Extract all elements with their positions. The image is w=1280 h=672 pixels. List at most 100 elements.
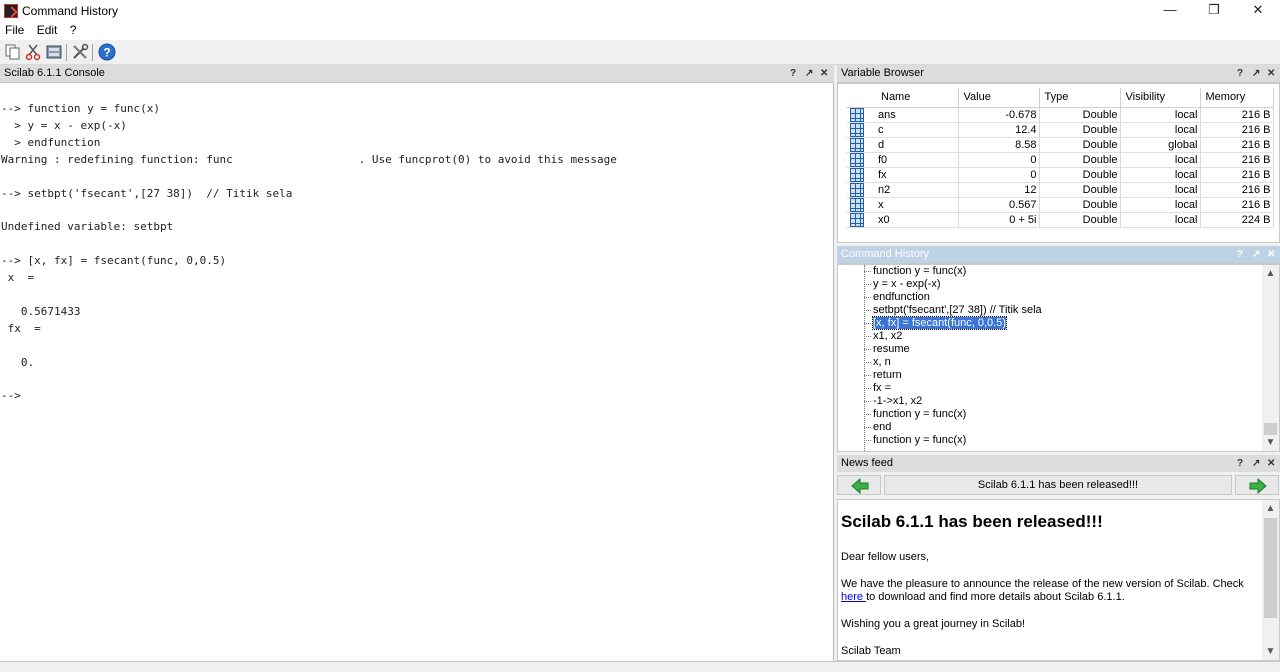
history-item[interactable]: y = x - exp(-x)	[864, 278, 1042, 291]
history-item[interactable]: x1, x2	[864, 330, 1042, 343]
history-item-text: resume	[873, 343, 910, 355]
variable-row[interactable]: n2 12 Double local 216 B	[846, 182, 1274, 198]
column-header-type[interactable]: Type	[1039, 88, 1121, 108]
variable-type: Double	[1039, 152, 1121, 168]
history-item[interactable]: [x, fx] = fsecant(func, 0,0.5)	[864, 316, 1042, 330]
command-history-header: Command History ? ↗ ✕	[837, 246, 1280, 264]
preferences-icon[interactable]	[71, 43, 89, 61]
scroll-down-icon[interactable]: ▼	[1262, 643, 1279, 660]
history-item[interactable]: x, n	[864, 356, 1042, 369]
variable-row[interactable]: x0 0 + 5i Double local 224 B	[846, 212, 1274, 228]
console-undock-button[interactable]: ?	[790, 65, 796, 82]
history-item[interactable]: -1->x1, x2	[864, 395, 1042, 408]
menu-edit[interactable]: Edit	[33, 22, 62, 39]
variable-row[interactable]: c 12.4 Double local 216 B	[846, 122, 1274, 138]
variable-row[interactable]: x 0.567 Double local 216 B	[846, 197, 1274, 213]
window-title: Command History	[22, 4, 119, 18]
history-item[interactable]: function y = func(x)	[864, 265, 1042, 278]
variable-value: 0	[958, 152, 1040, 168]
column-header-memory[interactable]: Memory	[1200, 88, 1274, 108]
menu-help[interactable]: ?	[66, 22, 81, 39]
scroll-thumb[interactable]	[1264, 518, 1277, 618]
variable-icon-cell	[846, 137, 876, 153]
matrix-icon	[850, 137, 864, 152]
variable-browser-close-button[interactable]: ✕	[1267, 65, 1275, 82]
history-item-text: -1->x1, x2	[873, 395, 923, 407]
news-feed-dock-button[interactable]: ↗	[1252, 455, 1260, 472]
help-icon[interactable]: ?	[98, 43, 116, 61]
title-bar: Command History — ❐ ✕	[0, 0, 1280, 22]
variable-visibility: local	[1120, 107, 1201, 123]
history-item[interactable]: resume	[864, 343, 1042, 356]
matrix-icon	[850, 212, 864, 227]
variable-value: 12.4	[958, 122, 1040, 138]
column-header-visibility[interactable]: Visibility	[1120, 88, 1201, 108]
variable-row[interactable]: d 8.58 Double global 216 B	[846, 137, 1274, 153]
variable-icon-cell	[846, 152, 876, 168]
variable-type: Double	[1039, 167, 1121, 183]
news-article: Scilab 6.1.1 has been released!!! Dear f…	[841, 512, 1259, 660]
news-article-heading: Scilab 6.1.1 has been released!!!	[841, 512, 1103, 531]
variable-icon-cell	[846, 182, 876, 198]
variable-row[interactable]: f0 0 Double local 216 B	[846, 152, 1274, 168]
console-title: Scilab 6.1.1 Console	[4, 67, 105, 79]
maximize-button[interactable]: ❐	[1192, 0, 1236, 22]
command-history-undock-button[interactable]: ?	[1237, 246, 1243, 263]
history-item[interactable]: setbpt('fsecant',[27 38]) // Titik sela	[864, 304, 1042, 317]
variable-memory: 216 B	[1200, 122, 1274, 138]
command-history-title: Command History	[841, 248, 930, 260]
variable-row[interactable]: fx 0 Double local 216 B	[846, 167, 1274, 183]
close-button[interactable]: ✕	[1236, 0, 1280, 22]
variable-value: -0.678	[958, 107, 1040, 123]
scroll-down-icon[interactable]: ▼	[1262, 434, 1279, 451]
news-scrollbar[interactable]: ▲ ▼	[1262, 500, 1279, 660]
menu-file[interactable]: File	[1, 22, 28, 39]
console-header: Scilab 6.1.1 Console ? ↗ ✕	[0, 65, 834, 83]
history-item-text: y = x - exp(-x)	[873, 278, 941, 290]
variable-visibility: local	[1120, 212, 1201, 228]
news-feed-undock-button[interactable]: ?	[1237, 455, 1243, 472]
column-header-value[interactable]: Value	[958, 88, 1040, 108]
clear-history-icon[interactable]	[45, 43, 63, 61]
news-body-text: We have the pleasure to announce the rel…	[841, 578, 1244, 590]
next-news-button[interactable]	[1235, 475, 1279, 495]
history-item[interactable]: endfunction	[864, 291, 1042, 304]
column-header-name[interactable]: Name	[876, 88, 959, 108]
scroll-up-icon[interactable]: ▲	[1262, 265, 1279, 282]
variable-name: n2	[876, 182, 959, 198]
history-item[interactable]: end	[864, 421, 1042, 434]
arrow-left-icon	[851, 477, 869, 495]
history-item[interactable]: function y = func(x)	[864, 434, 1042, 447]
variable-name: fx	[876, 167, 959, 183]
variable-type: Double	[1039, 122, 1121, 138]
toolbar-separator	[66, 44, 67, 61]
console-dock-button[interactable]: ↗	[805, 65, 813, 82]
console-area[interactable]: --> function y = func(x) > y = x - exp(-…	[0, 83, 834, 661]
console-close-button[interactable]: ✕	[820, 65, 828, 82]
variable-memory: 224 B	[1200, 212, 1274, 228]
news-wish: Wishing you a great journey in Scilab!	[841, 618, 1026, 630]
history-item[interactable]: fx =	[864, 382, 1042, 395]
news-article-panel: Scilab 6.1.1 has been released!!! Dear f…	[837, 499, 1280, 661]
previous-news-button[interactable]	[837, 475, 881, 495]
variable-browser-dock-button[interactable]: ↗	[1252, 65, 1260, 82]
variable-row[interactable]: ans -0.678 Double local 216 B	[846, 107, 1274, 123]
variable-browser-undock-button[interactable]: ?	[1237, 65, 1243, 82]
variable-name: ans	[876, 107, 959, 123]
news-feed-close-button[interactable]: ✕	[1267, 455, 1275, 472]
history-item-text: x, n	[873, 356, 891, 368]
variable-memory: 216 B	[1200, 182, 1274, 198]
history-item[interactable]: function y = func(x)	[864, 408, 1042, 421]
scroll-up-icon[interactable]: ▲	[1262, 500, 1279, 517]
history-item[interactable]: return	[864, 369, 1042, 382]
variable-type: Double	[1039, 212, 1121, 228]
command-history-close-button[interactable]: ✕	[1267, 246, 1275, 263]
copy-icon[interactable]	[4, 43, 22, 61]
command-history-dock-button[interactable]: ↗	[1252, 246, 1260, 263]
news-headline-bar: Scilab 6.1.1 has been released!!!	[884, 475, 1232, 495]
command-history-scrollbar[interactable]: ▲ ▼	[1262, 265, 1279, 451]
news-here-link[interactable]: here	[841, 591, 866, 603]
variable-memory: 216 B	[1200, 167, 1274, 183]
cut-icon[interactable]	[24, 43, 42, 61]
minimize-button[interactable]: —	[1148, 0, 1192, 22]
